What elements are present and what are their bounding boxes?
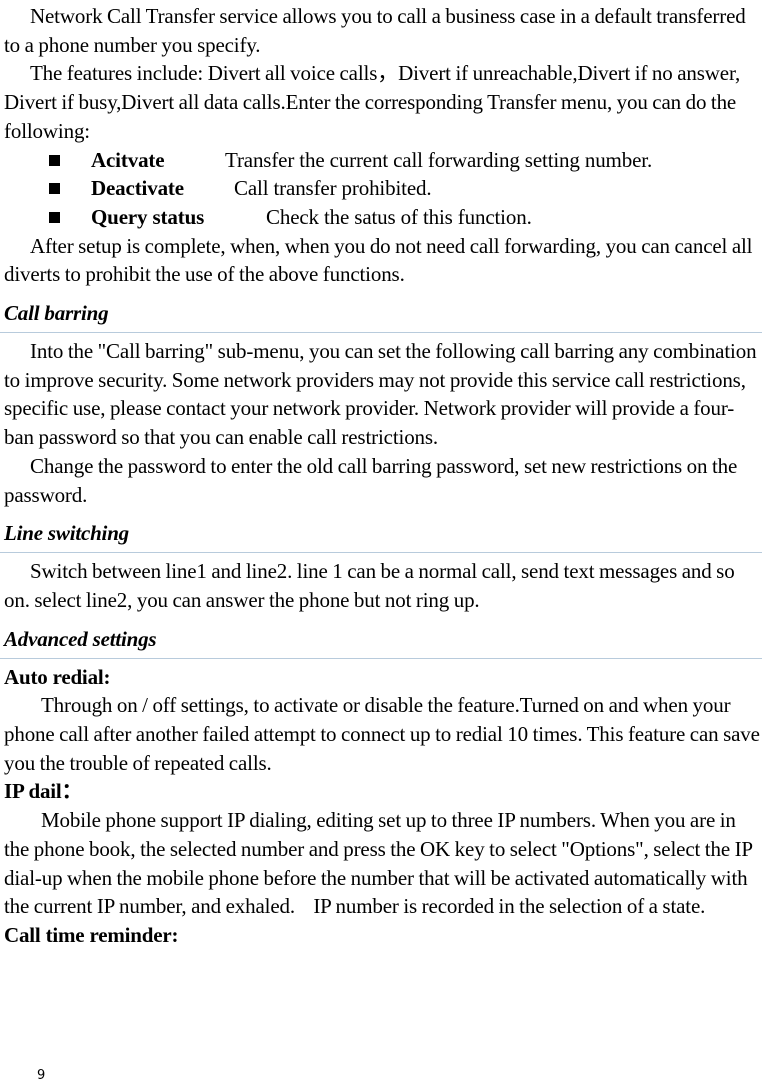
line-switching-para: Switch between line1 and line2. line 1 c… [4, 559, 735, 612]
auto-redial-text: Through on / off settings, to activate o… [4, 693, 760, 775]
option-activate: Acitvate Transfer the current call forwar… [4, 146, 760, 175]
option-desc: Check the satus of this function. [266, 204, 532, 229]
section-divider [0, 332, 762, 334]
auto-redial-title: Auto redial: [4, 664, 111, 689]
option-desc: Call transfer prohibited. [234, 176, 432, 201]
page-number: 9 [37, 1068, 46, 1083]
option-deactivate: Deactivate Call transfer prohibited. [4, 174, 760, 203]
advanced-settings-heading: Advanced settings [4, 626, 157, 651]
option-query-status: Query status Check the satus of this func… [4, 203, 760, 232]
section-divider [0, 657, 762, 659]
advanced-settings-section: Advanced settings Auto redial: Through o… [0, 615, 762, 950]
call-transfer-options: Acitvate Transfer the current call forwar… [4, 146, 760, 232]
section-divider [0, 552, 762, 554]
call-barring-section: Call barring Into the "Call barring" sub… [0, 289, 762, 509]
call-barring-para1: Into the "Call barring" sub-menu, you ca… [4, 339, 757, 450]
option-term: Deactivate [91, 176, 184, 201]
call-transfer-after-setup: After setup is complete, when, when you … [4, 233, 753, 287]
call-transfer-intro: Network Call Transfer service allows you… [4, 4, 746, 57]
document-page: Network Call Transfer service allows you… [0, 2, 762, 950]
option-desc: Transfer the current call forwarding set… [225, 147, 653, 172]
option-term: Query status [91, 204, 205, 229]
ip-dial-title: IP dail： [4, 779, 83, 804]
call-barring-heading: Call barring [4, 301, 109, 326]
option-term: Acitvate [91, 147, 165, 172]
bullet-square-icon [49, 211, 60, 223]
call-time-reminder-title: Call time reminder: [4, 922, 179, 947]
call-transfer-section: Network Call Transfer service allows you… [4, 2, 760, 289]
line-switching-heading: Line switching [4, 521, 129, 546]
ip-dial-text: Mobile phone support IP dialing, editing… [4, 808, 757, 919]
call-transfer-features: The features include: Divert all voice c… [4, 61, 741, 143]
call-barring-para2: Change the password to enter the old cal… [4, 453, 738, 507]
line-switching-section: Line switching Switch between line1 and … [0, 509, 762, 614]
bullet-square-icon [49, 183, 60, 195]
bullet-square-icon [49, 154, 60, 166]
